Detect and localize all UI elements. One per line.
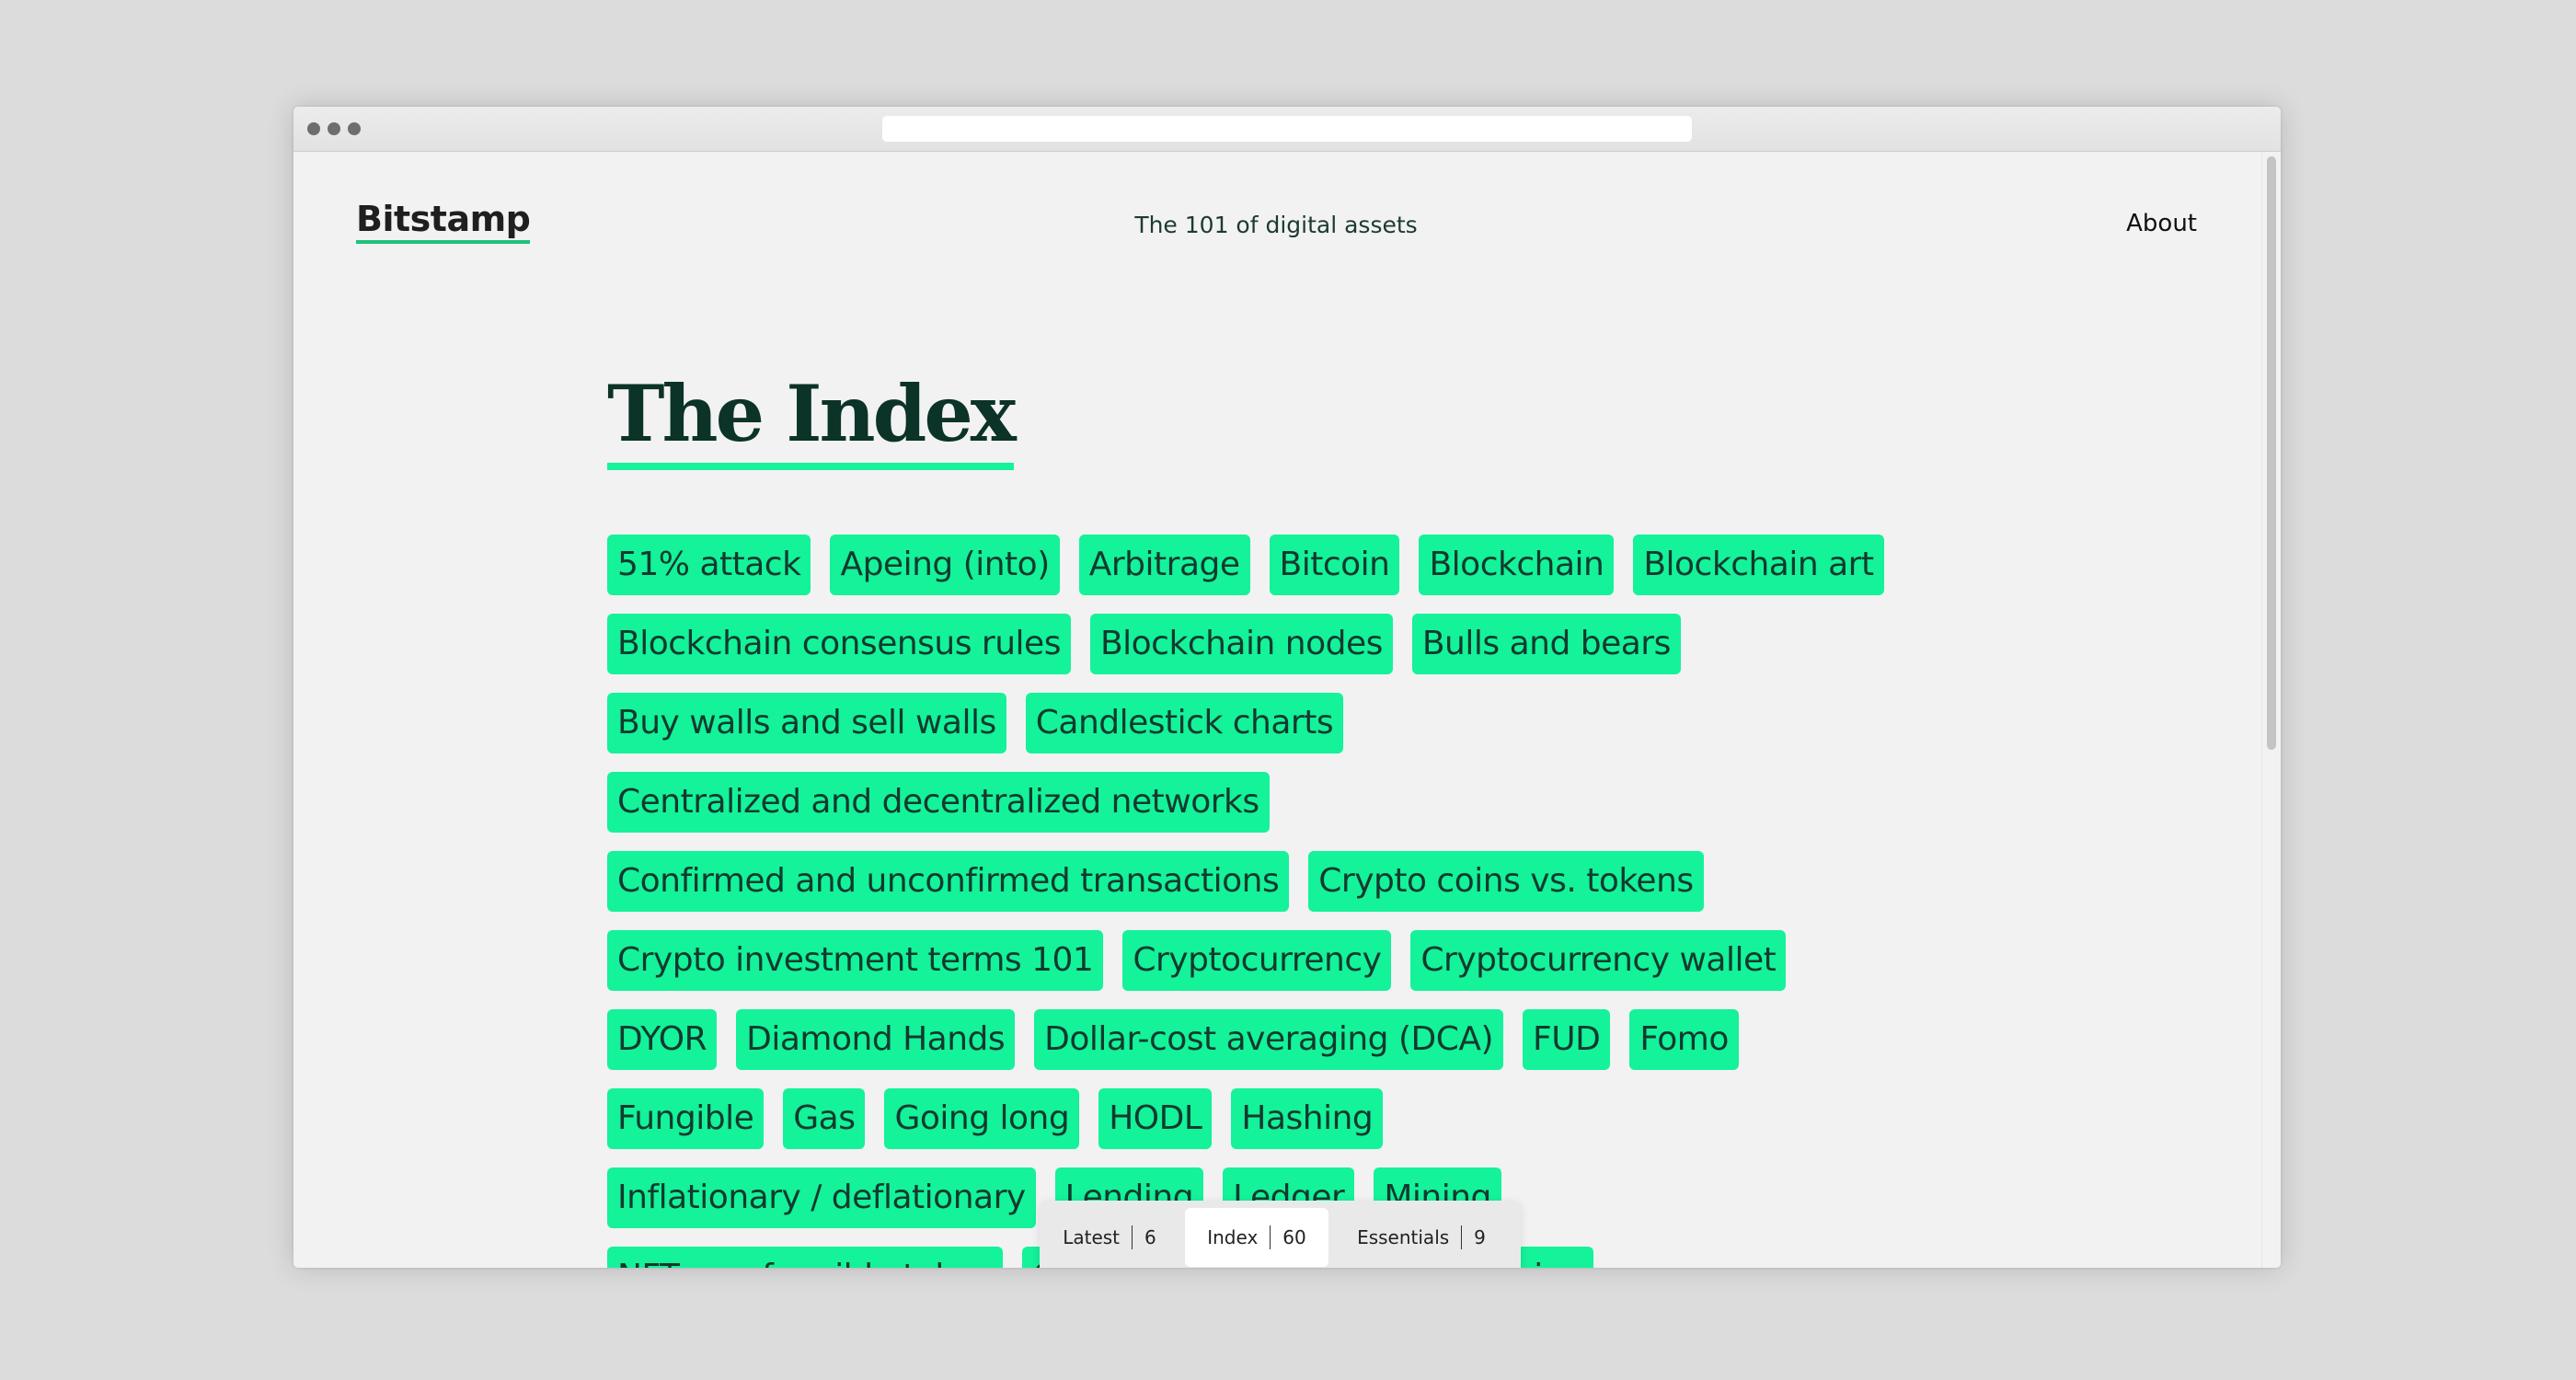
index-tag[interactable]: Cryptocurrency [1122,930,1392,991]
index-tag[interactable]: Centralized and decentralized networks [607,772,1270,833]
page-viewport: Bitstamp The 101 of digital assets About… [293,152,2281,1268]
index-tag[interactable]: NFT non-fungible token [607,1247,1004,1268]
tag-row: Buy walls and sell walls Candlestick char… [607,693,2042,753]
index-tag[interactable]: Hashing [1231,1088,1384,1149]
page-title: The Index [607,365,1017,470]
browser-titlebar [293,107,2281,152]
tab-index-label: Index [1207,1226,1259,1248]
index-tag[interactable]: FUD [1523,1009,1611,1070]
tab-latest-count: 6 [1144,1226,1156,1248]
nav-about-link[interactable]: About [2126,209,2197,238]
index-tag[interactable]: Blockchain consensus rules [607,614,1071,674]
tab-divider [1461,1225,1463,1249]
index-tag[interactable]: Confirmed and unconfirmed transactions [607,851,1290,912]
index-tag[interactable]: Crypto coins vs. tokens [1308,851,1704,912]
tab-latest-label: Latest [1063,1226,1121,1248]
index-tag-list: 51% attack Apeing (into) Arbitrage Bitcoin B… [607,535,2042,1268]
browser-window: Bitstamp The 101 of digital assets About… [293,107,2281,1268]
index-tag[interactable]: Diamond Hands [736,1009,1016,1070]
tab-essentials-count: 9 [1474,1226,1486,1248]
index-tag[interactable]: Arbitrage [1078,535,1250,595]
tab-divider [1270,1225,1271,1249]
tag-row: Crypto investment terms 101 Cryptocurrenc… [607,930,2042,991]
section-tab-bar: Latest 6 Index 60 Essentials 9 [1040,1201,1521,1268]
tab-essentials-label: Essentials [1357,1226,1450,1248]
scrollbar-track[interactable] [2261,152,2281,1268]
tab-index[interactable]: Index 60 [1185,1208,1328,1267]
index-tag[interactable]: Apeing (into) [830,535,1060,595]
window-minimize-dot[interactable] [328,122,340,135]
index-tag[interactable]: Blockchain art [1633,535,1884,595]
tag-row: 51% attack Apeing (into) Arbitrage Bitcoin B… [607,535,2042,595]
site-tagline: The 101 of digital assets [1134,212,1418,238]
tab-divider [1132,1225,1133,1249]
window-maximize-dot[interactable] [348,122,361,135]
window-close-dot[interactable] [307,122,320,135]
tag-row: Confirmed and unconfirmed transactions Cr… [607,851,2042,912]
index-tag[interactable]: Candlestick charts [1025,693,1344,753]
index-tag[interactable]: DYOR [607,1009,718,1070]
index-tag[interactable]: Crypto investment terms 101 [607,930,1104,991]
scrollbar-thumb[interactable] [2267,156,2276,750]
index-tag[interactable]: Inflationary / deflationary [607,1167,1036,1228]
index-tag[interactable]: Bulls and bears [1411,614,1681,674]
tag-row: Centralized and decentralized networks [607,772,2042,833]
index-tag[interactable]: Blockchain nodes [1089,614,1393,674]
tab-latest[interactable]: Latest 6 [1045,1208,1174,1267]
tag-row: Blockchain consensus rules Blockchain nod… [607,614,2042,674]
index-tag[interactable]: Fungible [607,1088,765,1149]
index-tag[interactable]: Dollar-cost averaging (DCA) [1034,1009,1504,1070]
index-tag[interactable]: Buy walls and sell walls [607,693,1006,753]
index-tag[interactable]: Fomo [1629,1009,1739,1070]
index-tag[interactable]: 51% attack [607,535,811,595]
address-bar[interactable] [882,116,1692,142]
index-tag[interactable]: Gas [783,1088,866,1149]
index-tag[interactable]: Going long [884,1088,1080,1149]
index-tag[interactable]: Cryptocurrency wallet [1410,930,1787,991]
index-tag[interactable]: Blockchain [1419,535,1615,595]
tag-row: DYOR Diamond Hands Dollar-cost averaging (… [607,1009,2042,1070]
index-tag[interactable]: HODL [1098,1088,1213,1149]
index-tag[interactable]: Bitcoin [1269,535,1400,595]
tab-index-count: 60 [1282,1226,1306,1248]
tab-essentials[interactable]: Essentials 9 [1334,1208,1509,1267]
tag-row: Fungible Gas Going long HODL Hashing [607,1088,2042,1149]
